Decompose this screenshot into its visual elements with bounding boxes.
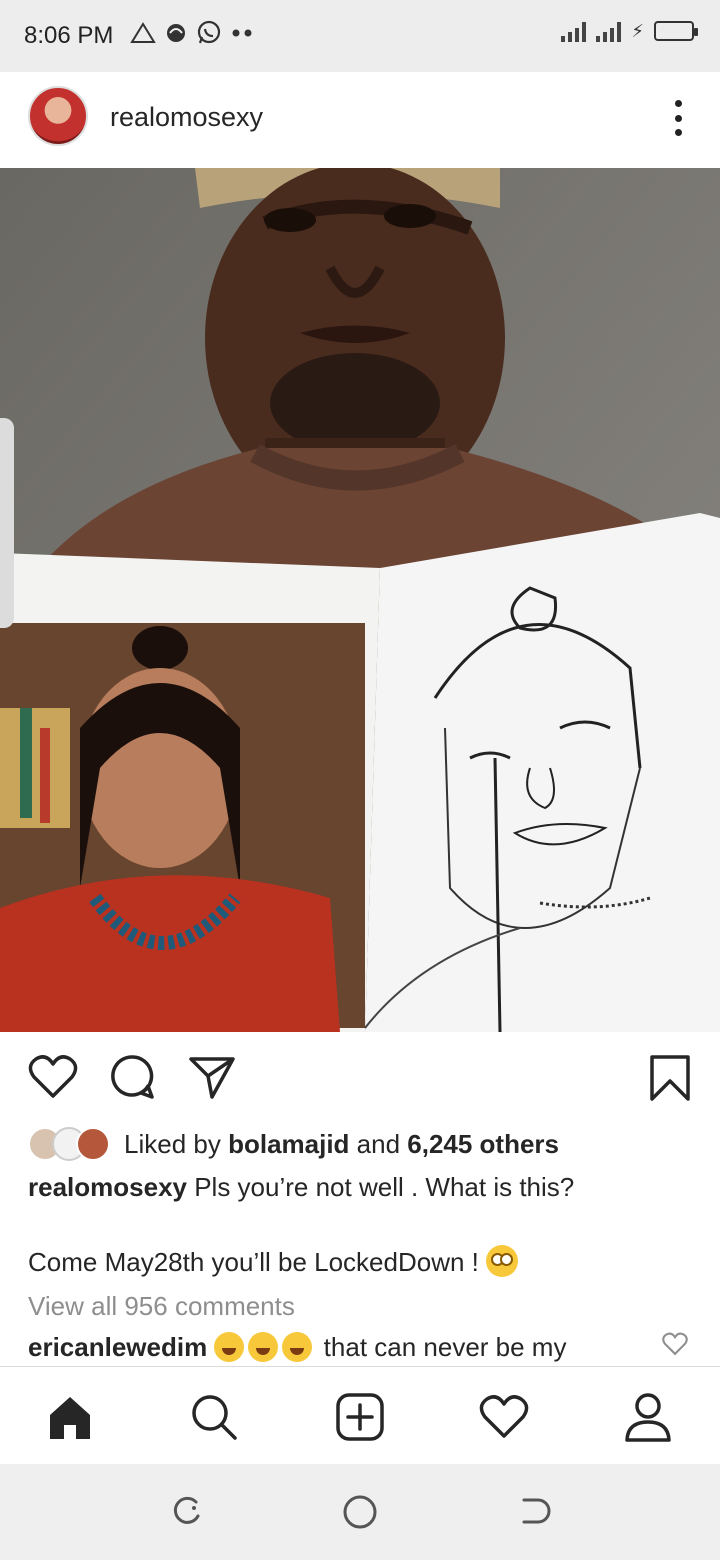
status-time: 8:06 PM (24, 22, 114, 49)
like-heart-icon[interactable] (28, 1054, 78, 1100)
nav-profile[interactable] (622, 1391, 674, 1443)
search-icon (192, 1395, 237, 1440)
bottom-nav (0, 1366, 720, 1464)
share-icon[interactable] (188, 1054, 236, 1100)
laughing-emoji-icon (248, 1332, 279, 1362)
liker-avatars (28, 1127, 110, 1161)
signal-h-icon (596, 20, 622, 42)
likes-count[interactable]: 6,245 others (407, 1129, 559, 1159)
recent-apps-icon[interactable] (170, 1494, 204, 1528)
nav-activity[interactable] (478, 1391, 530, 1443)
caption-line-2: Come May28th you’ll be LockedDown ! (28, 1245, 519, 1278)
comment-row: ericanlewedim that can never be my (28, 1332, 566, 1363)
likes-user[interactable]: bolamajid (228, 1129, 349, 1159)
post-username[interactable]: realomosexy (110, 102, 263, 133)
likes-prefix: Liked by (124, 1128, 229, 1159)
laughing-emoji-icon (282, 1332, 313, 1362)
eye-roll-emoji-icon (486, 1245, 519, 1277)
more-options-icon[interactable] (672, 100, 684, 136)
status-bar: 8:06 PM ⚡ (0, 0, 720, 72)
nav-home[interactable] (44, 1391, 96, 1443)
likes-text: Liked by bolamajid and 6,245 others (124, 1129, 559, 1160)
likes-and: and (349, 1128, 408, 1159)
caption-text: Pls you’re not well . What is this? (194, 1172, 575, 1202)
swirl-icon (167, 24, 185, 42)
laughing-emoji-icon (214, 1332, 245, 1362)
avatar[interactable] (28, 86, 88, 146)
charging-icon: ⚡ (631, 20, 644, 41)
likes-row[interactable]: Liked by bolamajid and 6,245 others (28, 1126, 559, 1162)
system-nav-bar (0, 1464, 720, 1560)
post-header: realomosexy (0, 72, 720, 168)
status-notification-icons (130, 20, 256, 46)
caption-text-2: Come May28th you’ll be LockedDown ! (28, 1247, 479, 1277)
caption-username[interactable]: realomosexy (28, 1172, 187, 1202)
signal-icon (561, 20, 587, 42)
caption: realomosexy Pls you’re not well . What i… (28, 1172, 574, 1203)
edge-panel-handle[interactable] (0, 418, 14, 628)
status-system-icons: ⚡ (561, 20, 698, 42)
home-button-icon[interactable] (342, 1494, 378, 1530)
profile-icon (625, 1393, 671, 1442)
dots-icon (232, 29, 252, 37)
alert-triangle-icon (130, 22, 156, 43)
nav-new-post[interactable] (334, 1391, 386, 1443)
nav-search[interactable] (188, 1391, 240, 1443)
comment-like-heart-icon[interactable] (662, 1332, 688, 1356)
home-icon (50, 1397, 90, 1439)
post-photo (0, 168, 720, 1032)
liker-avatar (76, 1127, 110, 1161)
heart-icon (479, 1395, 529, 1438)
comment-username[interactable]: ericanlewedim (28, 1332, 207, 1362)
comment-text: that can never be my (323, 1332, 567, 1362)
battery-icon (654, 21, 698, 41)
post-image[interactable] (0, 168, 720, 1032)
bookmark-icon[interactable] (648, 1054, 692, 1102)
view-all-comments-link[interactable]: View all 956 comments (28, 1291, 295, 1322)
post-actions (0, 1032, 720, 1124)
comment-icon[interactable] (108, 1054, 156, 1102)
back-icon[interactable] (518, 1494, 552, 1528)
whatsapp-icon (197, 20, 221, 44)
add-post-icon (336, 1393, 384, 1441)
